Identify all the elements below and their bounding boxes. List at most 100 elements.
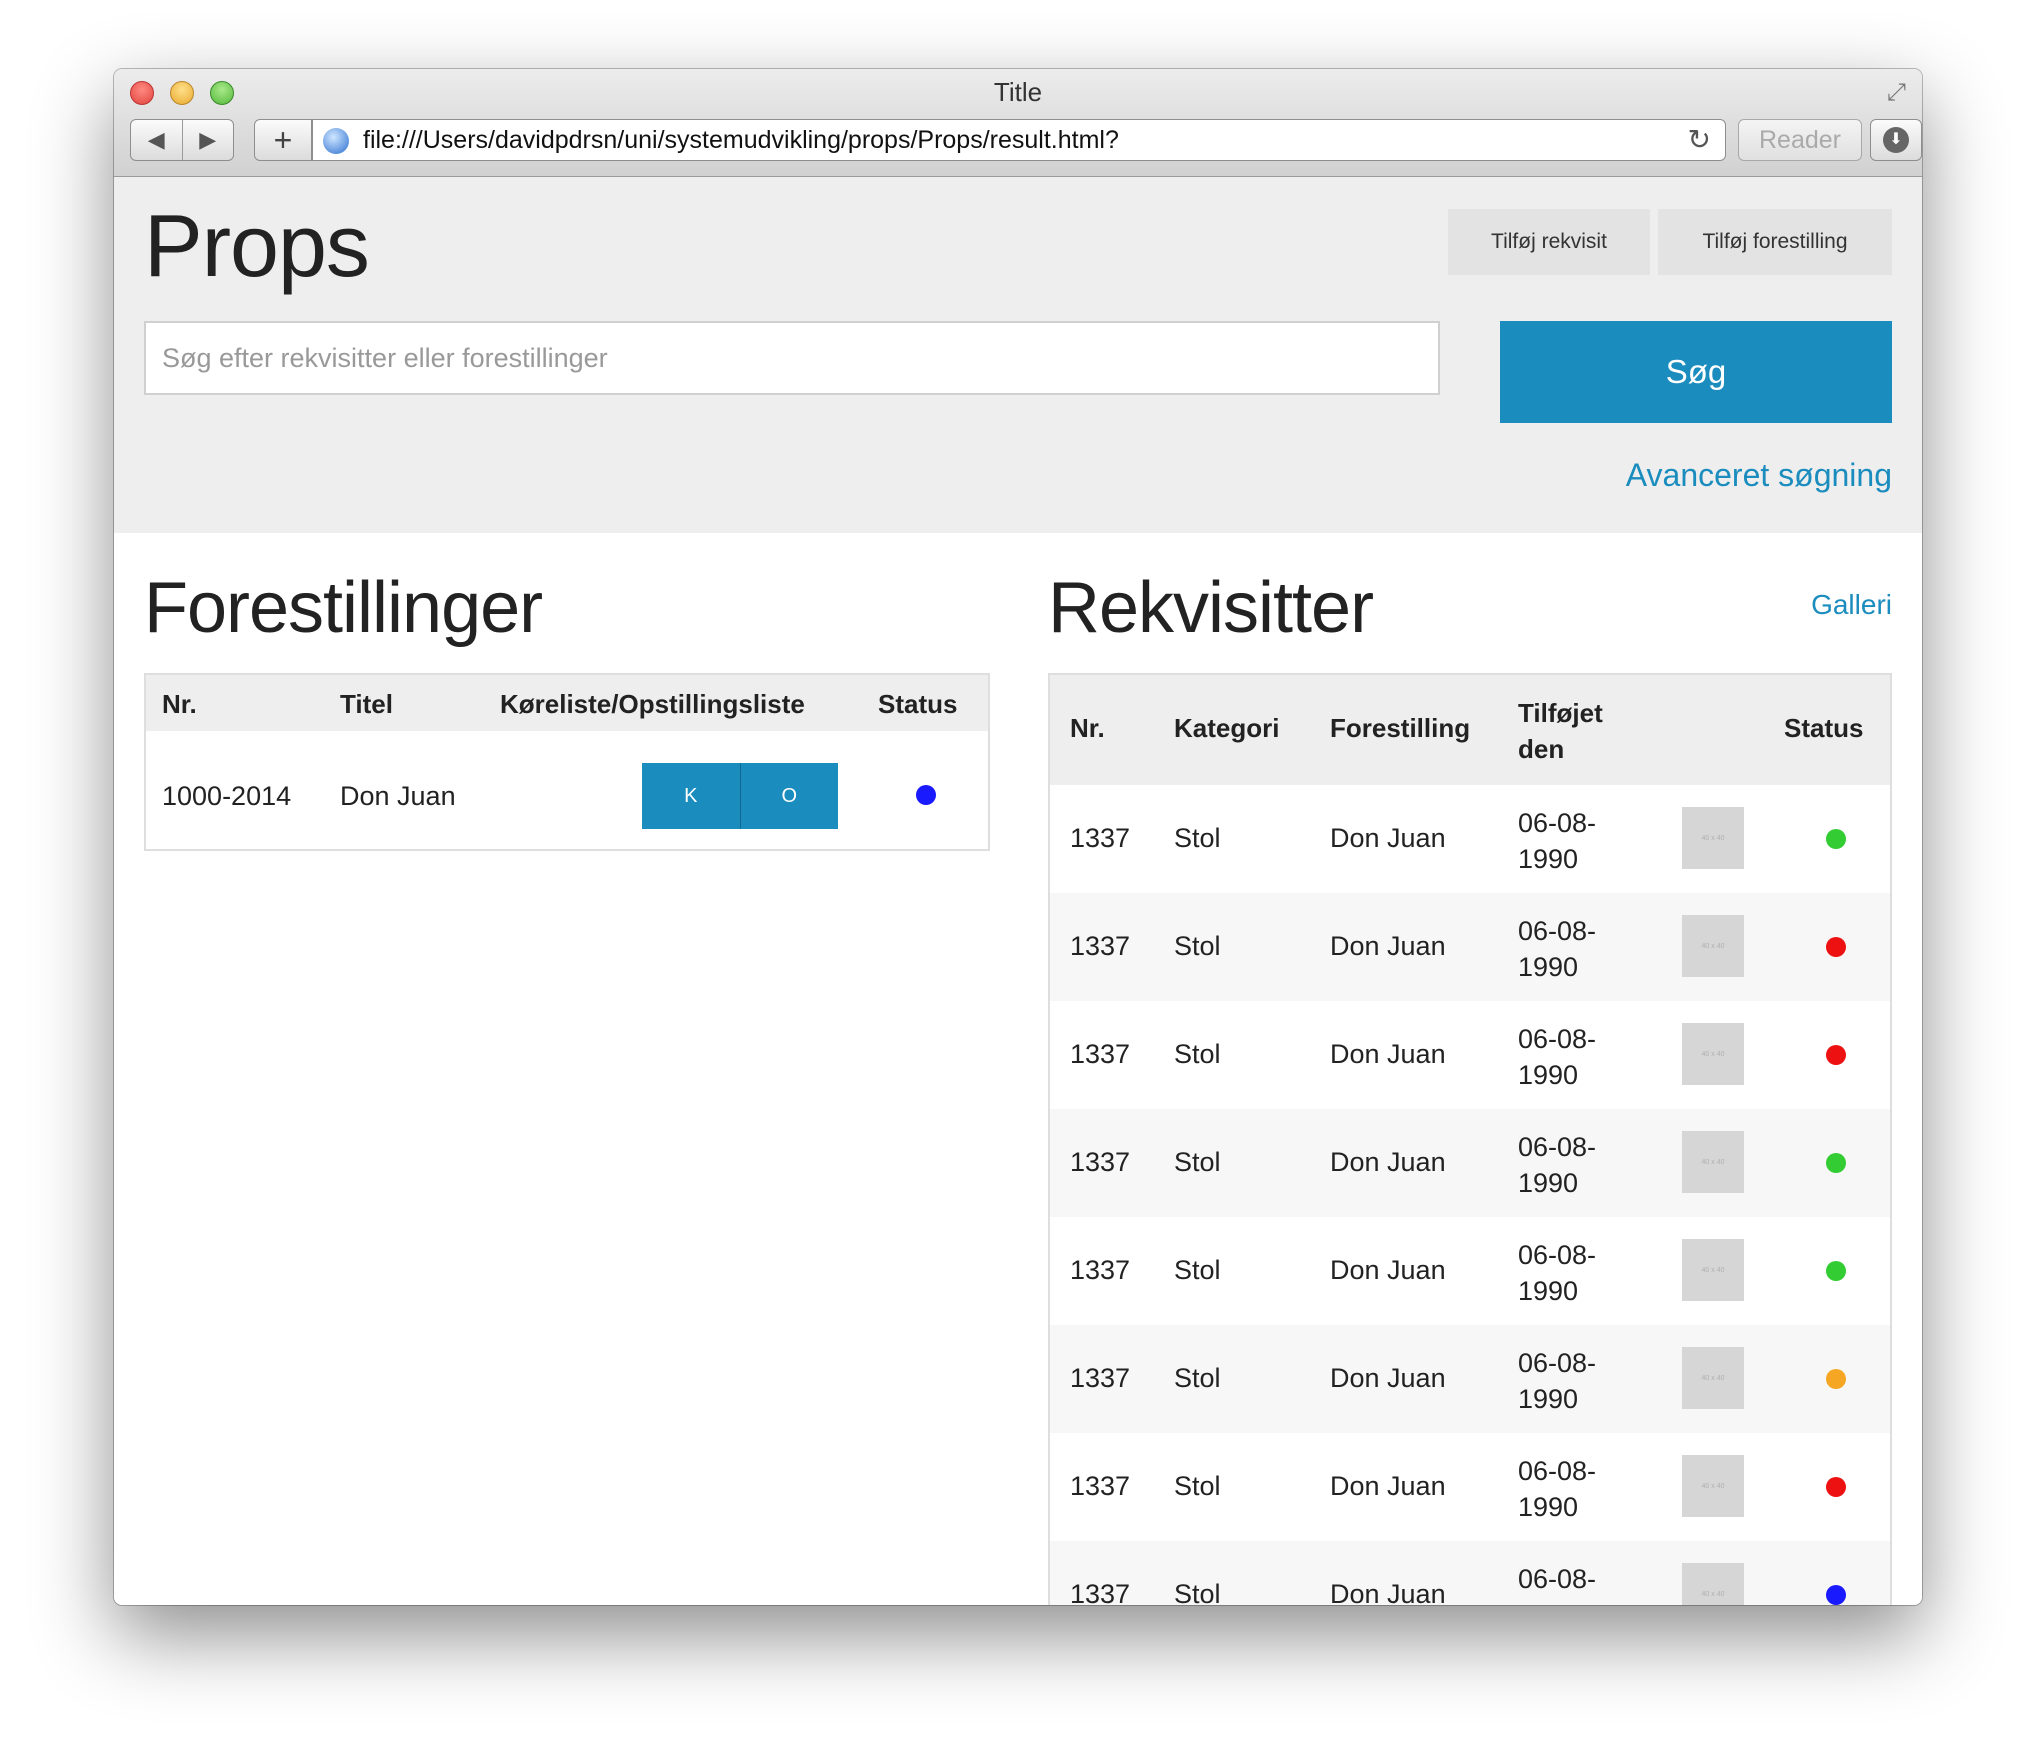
rekvisit-forestilling: Don Juan bbox=[1330, 1039, 1446, 1069]
column-header-kategori: Kategori bbox=[1174, 713, 1280, 743]
search-input[interactable] bbox=[144, 321, 1440, 395]
rekvisit-nr-link[interactable]: 1337 bbox=[1070, 823, 1130, 854]
table-row: 1337 Stol Don Juan 06-08- 1990 40 x 40 bbox=[1050, 1433, 1890, 1541]
rekvisit-date-line2: 1990 bbox=[1518, 952, 1579, 982]
rekvisit-forestilling: Don Juan bbox=[1330, 1255, 1446, 1285]
forestilling-nr-link[interactable]: 1000-2014 bbox=[162, 781, 291, 812]
brand-title: Props bbox=[144, 196, 370, 295]
table-row: 1337 Stol Don Juan 06-08- 1990 40 x 40 bbox=[1050, 1541, 1890, 1605]
status-dot bbox=[1826, 1369, 1846, 1389]
fullscreen-icon[interactable]: ⤢ bbox=[1887, 79, 1906, 107]
rekvisit-kategori: Stol bbox=[1174, 1147, 1221, 1177]
rekvisit-nr-link[interactable]: 1337 bbox=[1070, 1255, 1130, 1286]
rekvisit-forestilling: Don Juan bbox=[1330, 1363, 1446, 1393]
table-row: 1337 Stol Don Juan 06-08- 1990 40 x 40 bbox=[1050, 785, 1890, 893]
browser-window: Title ⤢ ◀ ▶ + file:///Users/davidpdrsn/u… bbox=[114, 69, 1922, 1605]
rekvisit-date-line1: 06-08- bbox=[1518, 1240, 1597, 1270]
status-dot bbox=[1826, 829, 1846, 849]
address-bar[interactable]: file:///Users/davidpdrsn/uni/systemudvik… bbox=[312, 119, 1726, 161]
rekvisit-date-line1: 06-08- bbox=[1518, 1132, 1597, 1162]
forward-icon[interactable]: ▶ bbox=[183, 120, 234, 160]
search-button[interactable]: Søg bbox=[1500, 321, 1892, 423]
rekvisit-date-line1: 06-08- bbox=[1518, 1564, 1597, 1594]
rekvisit-kategori: Stol bbox=[1174, 1471, 1221, 1501]
rekvisit-thumbnail[interactable]: 40 x 40 bbox=[1682, 1455, 1744, 1517]
koreliste-button[interactable]: K bbox=[642, 763, 741, 829]
rekvisit-date-line2: 1990 bbox=[1518, 1276, 1579, 1306]
browser-toolbar: Title ⤢ ◀ ▶ + file:///Users/davidpdrsn/u… bbox=[114, 69, 1922, 177]
rekvisit-date-line2: 1990 bbox=[1518, 1384, 1579, 1414]
rekvisit-forestilling: Don Juan bbox=[1330, 1147, 1446, 1177]
rekvisit-nr-link[interactable]: 1337 bbox=[1070, 1039, 1130, 1070]
add-show-button[interactable]: Tilføj forestilling bbox=[1658, 209, 1892, 275]
rekvisit-thumbnail[interactable]: 40 x 40 bbox=[1682, 1347, 1744, 1409]
rekvisit-forestilling: Don Juan bbox=[1330, 931, 1446, 961]
reload-icon[interactable]: ↻ bbox=[1688, 123, 1711, 156]
rekvisit-kategori: Stol bbox=[1174, 931, 1221, 961]
status-dot bbox=[1826, 1153, 1846, 1173]
rekvisit-kategori: Stol bbox=[1174, 1579, 1221, 1605]
column-header-status: Status bbox=[878, 689, 958, 719]
rekvisit-nr-link[interactable]: 1337 bbox=[1070, 1147, 1130, 1178]
column-header-forestilling: Forestilling bbox=[1330, 713, 1471, 743]
rekvisit-thumbnail[interactable]: 40 x 40 bbox=[1682, 807, 1744, 869]
status-dot bbox=[916, 785, 936, 805]
window-title: Title bbox=[993, 77, 1043, 107]
status-dot bbox=[1826, 1477, 1846, 1497]
back-icon[interactable]: ◀ bbox=[131, 120, 183, 160]
rekvisit-forestilling: Don Juan bbox=[1330, 1471, 1446, 1501]
rekvisit-forestilling: Don Juan bbox=[1330, 823, 1446, 853]
rekvisit-nr-link[interactable]: 1337 bbox=[1070, 1471, 1130, 1502]
rekvisit-date: 06-08- 1990 bbox=[1518, 805, 1596, 877]
opstillingsliste-button[interactable]: O bbox=[740, 763, 838, 829]
new-tab-button[interactable]: + bbox=[254, 119, 312, 161]
status-dot bbox=[1826, 1045, 1846, 1065]
table-row: 1337 Stol Don Juan 06-08- 1990 40 x 40 bbox=[1050, 1325, 1890, 1433]
forestillinger-table: Nr. Titel Køreliste/Opstillingsliste Sta… bbox=[144, 673, 990, 851]
status-dot bbox=[1826, 1261, 1846, 1281]
rekvisit-date-line1: 06-08- bbox=[1518, 1456, 1597, 1486]
rekvisit-date-line1: 06-08- bbox=[1518, 1024, 1597, 1054]
rekvisit-date-line2: 1990 bbox=[1518, 1060, 1579, 1090]
status-dot bbox=[1826, 1585, 1846, 1605]
status-dot bbox=[1826, 937, 1846, 957]
table-row: 1337 Stol Don Juan 06-08- 1990 40 x 40 bbox=[1050, 1001, 1890, 1109]
rekvisit-kategori: Stol bbox=[1174, 1363, 1221, 1393]
rekvisit-kategori: Stol bbox=[1174, 823, 1221, 853]
rekvisit-date-line2: 1990 bbox=[1518, 1492, 1579, 1522]
table-header: Nr. Titel Køreliste/Opstillingsliste Sta… bbox=[146, 675, 988, 731]
rekvisit-kategori: Stol bbox=[1174, 1255, 1221, 1285]
rekvisit-date: 06-08- 1990 bbox=[1518, 1021, 1596, 1093]
rekvisit-date-line2: 1990 bbox=[1518, 1597, 1596, 1605]
rekvisit-thumbnail[interactable]: 40 x 40 bbox=[1682, 1131, 1744, 1193]
column-header-nr: Nr. bbox=[162, 689, 197, 719]
rekvisit-thumbnail[interactable]: 40 x 40 bbox=[1682, 1239, 1744, 1301]
column-header-status: Status bbox=[1784, 713, 1864, 743]
rekvisit-date: 06-08- 1990 bbox=[1518, 913, 1596, 985]
forestilling-titel: Don Juan bbox=[340, 781, 456, 811]
table-row: 1000-2014 Don Juan K O bbox=[146, 731, 988, 851]
downloads-button[interactable]: ⬇ bbox=[1870, 119, 1922, 161]
rekvisit-nr-link[interactable]: 1337 bbox=[1070, 1363, 1130, 1394]
history-nav: ◀ ▶ bbox=[130, 119, 234, 161]
reader-button[interactable]: Reader bbox=[1738, 119, 1862, 161]
rekvisit-thumbnail[interactable]: 40 x 40 bbox=[1682, 1563, 1744, 1605]
rekvisit-date-line1: 06-08- bbox=[1518, 1348, 1597, 1378]
rekvisit-forestilling: Don Juan bbox=[1330, 1579, 1446, 1605]
rekvisit-nr-link[interactable]: 1337 bbox=[1070, 1579, 1130, 1605]
rekvisitter-table: Nr. Kategori Forestilling Tilføjet den S… bbox=[1048, 673, 1892, 1605]
page-content: Props Tilføj rekvisit Tilføj forestillin… bbox=[114, 177, 1922, 1605]
rekvisit-date: 06-08- 1990 bbox=[1518, 1453, 1596, 1525]
advanced-search-link[interactable]: Avanceret søgning bbox=[1626, 457, 1892, 494]
rekvisit-thumbnail[interactable]: 40 x 40 bbox=[1682, 915, 1744, 977]
rekvisit-date: 06-08- 1990 bbox=[1518, 1237, 1596, 1309]
rekvisit-thumbnail[interactable]: 40 x 40 bbox=[1682, 1023, 1744, 1085]
add-prop-button[interactable]: Tilføj rekvisit bbox=[1448, 209, 1650, 275]
rekvisit-date-line1: 06-08- bbox=[1518, 808, 1597, 838]
gallery-link[interactable]: Galleri bbox=[1811, 589, 1892, 621]
list-button-group: K O bbox=[642, 763, 838, 829]
column-header-nr: Nr. bbox=[1070, 713, 1105, 743]
rekvisit-nr-link[interactable]: 1337 bbox=[1070, 931, 1130, 962]
url-text[interactable]: file:///Users/davidpdrsn/uni/systemudvik… bbox=[363, 126, 1119, 155]
table-header: Nr. Kategori Forestilling Tilføjet den S… bbox=[1050, 675, 1890, 785]
